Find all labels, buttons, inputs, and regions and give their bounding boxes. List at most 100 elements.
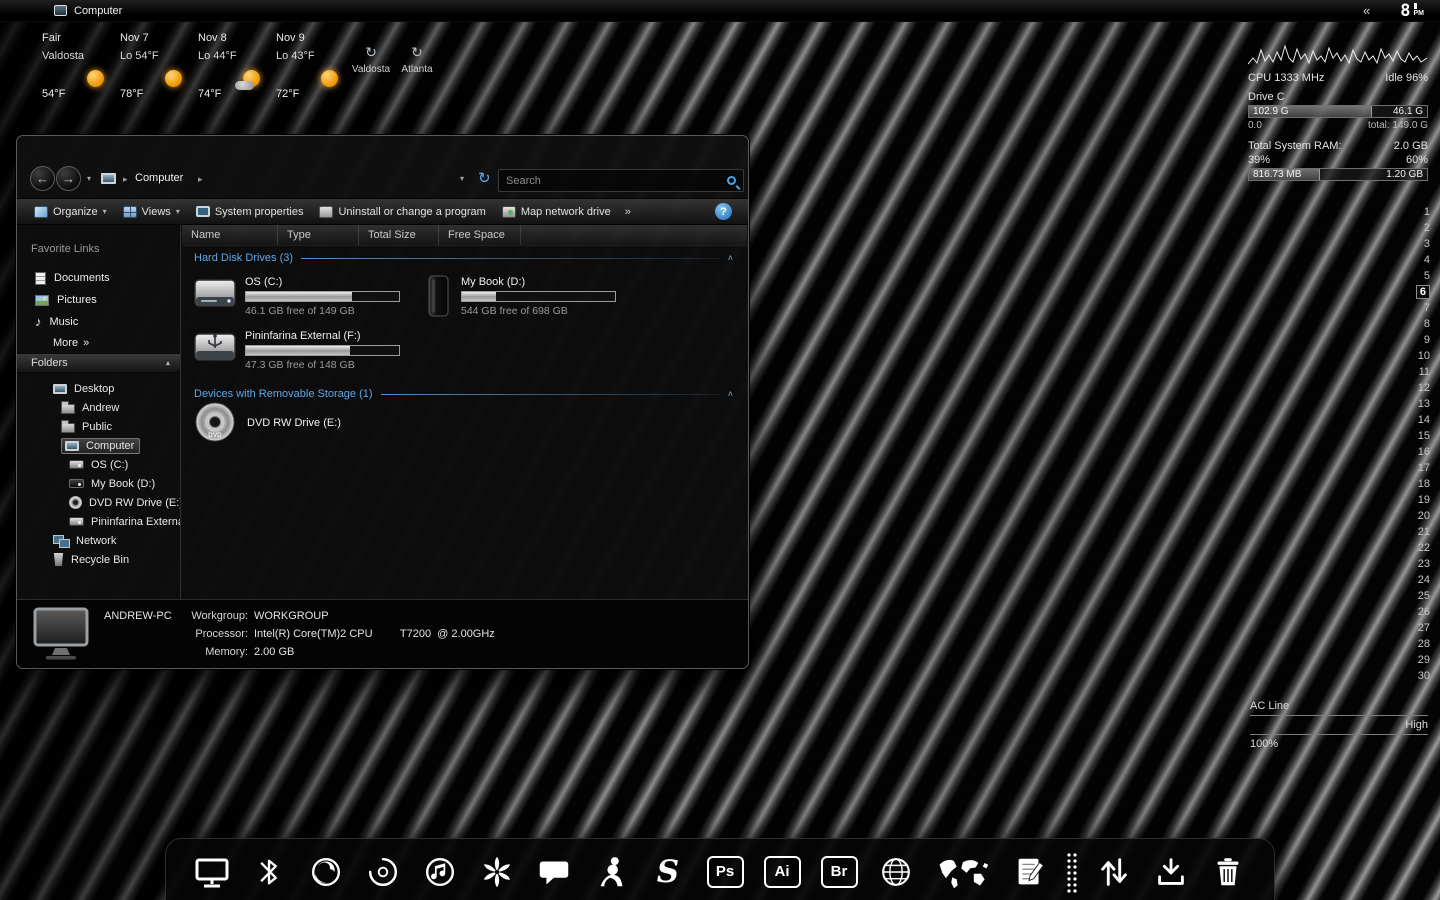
folders-band[interactable]: Folders ▾ [17,353,180,373]
calendar-day[interactable]: 16 [1404,444,1430,460]
calendar-day[interactable]: 9 [1404,332,1430,348]
download-icon[interactable] [1147,847,1195,897]
calendar-day[interactable]: 5 [1404,268,1430,284]
calendar-day[interactable]: 2 [1404,220,1430,236]
weather-station-valdosta[interactable]: ↻ Valdosta [348,28,394,106]
calendar-day[interactable]: 30 [1404,668,1430,684]
calendar-day[interactable]: 24 [1404,572,1430,588]
calendar-day[interactable]: 25 [1404,588,1430,604]
calendar-day[interactable]: 14 [1404,412,1430,428]
weather-day-3[interactable]: Nov 9 Lo 43°F 72°F [270,28,348,106]
views-button[interactable]: Views ▾ [116,203,187,221]
tree-item-desktop[interactable]: Desktop [17,379,180,398]
weather-station-atlanta[interactable]: ↻ Atlanta [394,28,440,106]
back-button[interactable]: ← [30,166,55,191]
search-box[interactable] [498,169,744,192]
toolbar-overflow-chevron[interactable]: » [620,203,636,221]
drive-item-os-c[interactable]: OS (C:) 46.1 GB free of 149 GB [192,274,400,317]
column-header-free-space[interactable]: Free Space [439,225,521,245]
help-button[interactable]: ? [715,203,732,220]
globe-icon[interactable] [872,847,920,897]
calendar-day[interactable]: 15 [1404,428,1430,444]
sidebar-item-documents[interactable]: Documents [17,267,180,289]
breadcrumb-chevron-icon[interactable]: ▸ [198,174,203,185]
calendar-day[interactable]: 1 [1404,204,1430,220]
calendar-day[interactable]: 28 [1404,636,1430,652]
address-dropdown-icon[interactable]: ▾ [460,174,464,183]
forward-button[interactable]: → [56,166,81,191]
tray-collapse-chevron[interactable]: « [1363,3,1370,18]
weather-day-2[interactable]: Nov 8 Lo 44°F 74°F [192,28,270,106]
world-map-icon[interactable] [929,847,997,897]
drive-item-dvd[interactable]: DVD DVD RW Drive (E:) [192,401,341,445]
calendar-day[interactable]: 20 [1404,508,1430,524]
weather-current[interactable]: Fair Valdosta 54°F [36,28,114,106]
column-header-name[interactable]: Name [182,225,278,245]
illustrator-icon[interactable]: Ai [758,847,806,897]
trash-icon[interactable] [1204,847,1252,897]
calendar-day[interactable]: 26 [1404,604,1430,620]
calendar-day[interactable]: 4 [1404,252,1430,268]
tree-item-network[interactable]: Network [17,531,180,550]
breadcrumb-computer[interactable]: Computer [135,172,183,184]
bridge-icon[interactable]: Br [815,847,863,897]
calendar-day[interactable]: 21 [1404,524,1430,540]
calendar-day[interactable]: 6 [1415,285,1430,299]
aim-icon[interactable] [587,847,635,897]
calendar-day[interactable]: 17 [1404,460,1430,476]
chat-icon[interactable] [530,847,578,897]
search-icon[interactable] [727,176,736,185]
tree-item-recycle-bin[interactable]: Recycle Bin [17,550,180,569]
calendar-day[interactable]: 11 [1404,364,1430,380]
tree-item-andrew[interactable]: Andrew [17,398,180,417]
tree-item-os-c[interactable]: OS (C:) [17,455,180,474]
display-icon[interactable] [188,847,236,897]
tree-item-pininfarina[interactable]: Pininfarina Externa [17,512,180,531]
drive-item-pininfarina[interactable]: Pininfarina External (F:) 47.3 GB free o… [192,328,400,371]
notes-icon[interactable] [1006,847,1054,897]
s-app-icon[interactable]: S [644,847,692,897]
collapse-chevron-icon[interactable]: ˄ [728,389,733,399]
sidebar-item-music[interactable]: ♪ Music [17,311,180,333]
tree-item-computer[interactable]: Computer [17,436,180,455]
calendar-day[interactable]: 29 [1404,652,1430,668]
calendar-day[interactable]: 12 [1404,380,1430,396]
tree-item-public[interactable]: Public [17,417,180,436]
calendar-day[interactable]: 27 [1404,620,1430,636]
calendar-day[interactable]: 23 [1404,556,1430,572]
calendar-day[interactable]: 7 [1404,300,1430,316]
uninstall-button[interactable]: Uninstall or change a program [312,203,492,221]
history-dropdown-icon[interactable]: ▾ [87,174,91,183]
weather-day-1[interactable]: Nov 7 Lo 54°F 78°F [114,28,192,106]
taskbar-button-computer[interactable]: Computer [44,4,132,18]
sidebar-more-link[interactable]: More » [17,333,180,353]
calendar-day[interactable]: 19 [1404,492,1430,508]
calendar-day[interactable]: 10 [1404,348,1430,364]
sync-arrows-icon[interactable] [1090,847,1138,897]
search-input[interactable] [506,174,727,187]
calendar-day[interactable]: 18 [1404,476,1430,492]
organize-button[interactable]: Organize ▾ [27,203,114,221]
music-player-icon[interactable] [416,847,464,897]
tree-item-dvd-drive[interactable]: DVD RW Drive (E:) [17,493,180,512]
sidebar-item-pictures[interactable]: Pictures [17,289,180,311]
clock[interactable]: 8 PM [1400,2,1424,20]
column-header-total-size[interactable]: Total Size [359,225,439,245]
photoshop-icon[interactable]: Ps [701,847,749,897]
group-removable-storage[interactable]: Devices with Removable Storage (1) ˄ [194,388,733,400]
system-properties-button[interactable]: System properties [189,203,311,221]
group-hard-disk-drives[interactable]: Hard Disk Drives (3) ˄ [194,252,733,264]
calendar-day[interactable]: 3 [1404,236,1430,252]
calendar-day[interactable]: 13 [1404,396,1430,412]
column-header-type[interactable]: Type [278,225,359,245]
refresh-icon[interactable]: ↻ [478,169,491,187]
swirl-browser-icon[interactable] [359,847,407,897]
map-network-drive-button[interactable]: Map network drive [495,203,618,221]
bluetooth-icon[interactable] [245,847,293,897]
pinwheel-icon[interactable] [473,847,521,897]
calendar-day[interactable]: 22 [1404,540,1430,556]
drive-item-my-book[interactable]: My Book (D:) 544 GB free of 698 GB [422,274,616,318]
calendar-day[interactable]: 8 [1404,316,1430,332]
tree-item-my-book[interactable]: My Book (D:) [17,474,180,493]
collapse-chevron-icon[interactable]: ˄ [728,253,733,263]
